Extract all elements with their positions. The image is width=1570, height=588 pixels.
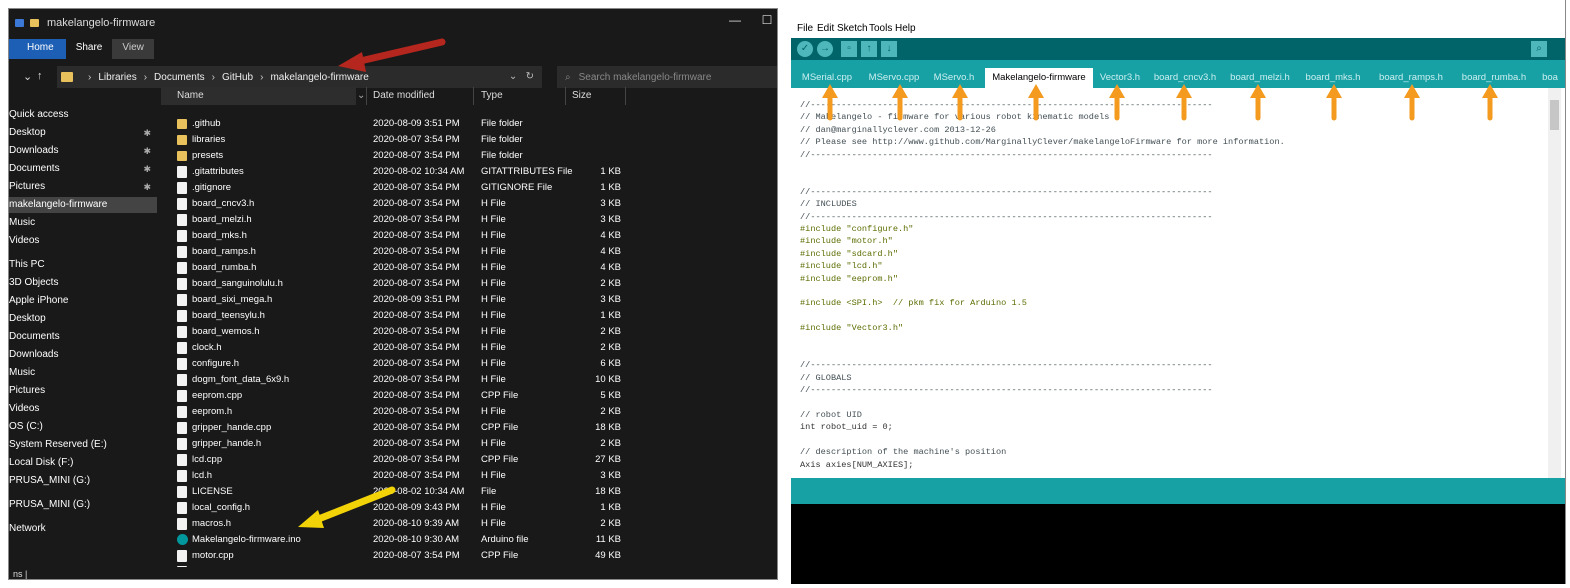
orange-arrow [1176,84,1192,121]
orange-arrow [1326,84,1342,121]
orange-arrow [1482,84,1498,121]
orange-arrow [952,84,968,121]
orange-arrows [822,84,1498,121]
screenshot-root: makelangelo-firmware — ☐ Home Share View… [0,0,1570,588]
orange-arrow [1028,84,1044,121]
orange-arrow [822,84,838,121]
orange-arrow [1404,84,1420,121]
orange-arrow [1250,84,1266,121]
yellow-arrow [298,486,396,528]
annotation-arrows [298,38,1498,528]
orange-arrow [1109,84,1125,121]
red-arrow [338,38,446,72]
orange-arrow [892,84,908,121]
